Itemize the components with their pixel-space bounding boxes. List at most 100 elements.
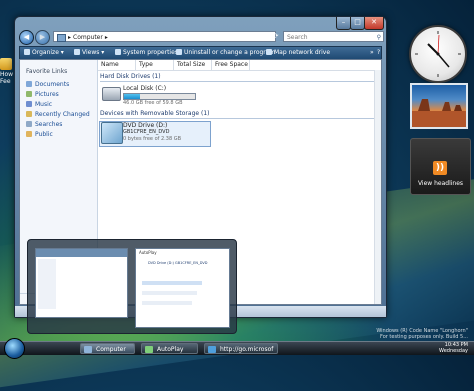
maximize-button[interactable]: □ <box>350 17 365 30</box>
search-icon[interactable]: ⚲ <box>377 32 381 43</box>
clock-face-icon <box>415 31 461 77</box>
minimize-button[interactable]: – <box>336 17 351 30</box>
taskbar-button-computer[interactable]: Computer <box>80 343 135 354</box>
nav-link-label: Music <box>35 101 53 108</box>
tray-day: Wednesday <box>439 348 468 354</box>
nav-link-pictures[interactable]: Pictures <box>26 91 59 98</box>
system-properties-label: System properties <box>123 49 178 56</box>
taskbar-button-autoplay[interactable]: AutoPlay <box>141 343 198 354</box>
organize-button[interactable]: Organize ▾ <box>24 47 64 59</box>
thumbnail-option <box>142 281 202 285</box>
watermark-line-2: For testing purposes only. Build 5... <box>380 334 468 340</box>
recently-changed-icon <box>26 111 32 117</box>
pictures-icon <box>26 91 32 97</box>
address-row: ◀ ▶ ▸ Computer ▸ ⟳ Search ⚲ <box>19 30 384 45</box>
search-placeholder: Search <box>287 34 308 41</box>
thumbnail-dvd-line: DVD Drive (D:) GB1CFRE_EN_DVD <box>148 261 208 265</box>
public-icon <box>26 131 32 137</box>
drive-usage-bar <box>123 93 196 100</box>
computer-icon <box>57 34 66 42</box>
group-hard-disk-drives[interactable]: Hard Disk Drives (1) <box>100 73 161 80</box>
vertical-scrollbar[interactable] <box>374 70 381 304</box>
column-name[interactable]: Name <box>98 60 136 70</box>
nav-link-searches[interactable]: Searches <box>26 121 62 128</box>
rss-feed-icon: )) <box>433 161 447 175</box>
start-button[interactable] <box>4 338 25 359</box>
drive-dvd-d[interactable]: DVD Drive (D:) GB1CFRE_EN_DVD 0 bytes fr… <box>99 121 211 147</box>
address-chevron-icon: ▸ <box>68 34 72 41</box>
group-divider <box>100 81 375 82</box>
thumbnail-nav-pane <box>38 259 56 309</box>
uninstall-icon <box>176 49 182 55</box>
search-input[interactable]: Search ⚲ <box>283 31 384 42</box>
drive-name: Local Disk (C:) <box>123 85 167 92</box>
nav-link-label: Documents <box>35 81 70 88</box>
title-bar[interactable]: – □ ✕ <box>15 17 386 31</box>
taskbar-button-label: http://go.microsof <box>220 346 274 353</box>
thumbnail-computer-window[interactable] <box>35 248 128 318</box>
system-tray[interactable]: 10:43 PM Wednesday <box>418 342 474 355</box>
taskbar-button-label: AutoPlay <box>157 346 184 353</box>
taskbar-button-browser[interactable]: http://go.microsof <box>204 343 278 354</box>
command-bar: Organize ▾ Views ▾ System properties Uni… <box>19 46 382 60</box>
address-chevron-icon: ▸ <box>104 34 108 41</box>
group-removable-storage[interactable]: Devices with Removable Storage (1) <box>100 110 209 117</box>
organize-label: Organize <box>32 49 59 56</box>
clock-gadget[interactable] <box>409 25 467 83</box>
views-icon <box>74 49 80 55</box>
views-button[interactable]: Views ▾ <box>74 47 104 59</box>
address-bar[interactable]: ▸ Computer ▸ <box>53 31 276 42</box>
views-label: Views <box>82 49 100 56</box>
drive-free-space: 46.0 GB free of 59.8 GB <box>123 100 183 106</box>
column-type[interactable]: Type <box>136 60 174 70</box>
taskbar-button-label: Computer <box>96 346 126 353</box>
back-button[interactable]: ◀ <box>19 30 34 45</box>
nav-link-public[interactable]: Public <box>26 131 53 138</box>
address-text: Computer <box>73 34 103 41</box>
help-icon[interactable]: ? <box>377 47 380 59</box>
nav-link-music[interactable]: Music <box>26 101 52 108</box>
nav-link-label: Pictures <box>35 91 59 98</box>
monument-valley-photo <box>412 99 466 127</box>
uninstall-program-button[interactable]: Uninstall or change a program <box>176 47 275 59</box>
drive-free-space: 0 bytes free of 2.38 GB <box>123 136 182 142</box>
group-divider <box>100 118 375 119</box>
nav-link-recently-changed[interactable]: Recently Changed <box>26 111 90 118</box>
forward-button[interactable]: ▶ <box>35 30 50 45</box>
map-network-drive-button[interactable]: Map network drive <box>266 47 330 59</box>
view-headlines-link[interactable]: View headlines <box>411 180 470 187</box>
address-go-button[interactable]: ⟳ <box>270 31 281 42</box>
system-properties-button[interactable]: System properties <box>115 47 178 59</box>
thumbnail-option <box>142 291 197 295</box>
hard-disk-icon <box>102 87 121 101</box>
map-drive-label: Map network drive <box>274 49 331 56</box>
feed-headlines-gadget[interactable]: )) View headlines <box>410 138 471 195</box>
taskbar-thumbnail-preview: AutoPlay DVD Drive (D:) GB1CFRE_EN_DVD <box>27 239 237 334</box>
column-total-size[interactable]: Total Size <box>174 60 212 70</box>
nav-link-label: Public <box>35 131 53 138</box>
desktop-icon-how-fee[interactable]: How Fee <box>0 58 14 85</box>
documents-icon <box>26 81 32 87</box>
system-properties-icon <box>115 49 121 55</box>
close-button[interactable]: ✕ <box>364 17 384 30</box>
overflow-chevron-icon[interactable]: » <box>370 47 374 59</box>
column-free-space[interactable]: Free Space <box>212 60 250 70</box>
nav-link-label: Searches <box>35 121 63 128</box>
thumbnail-option <box>142 301 192 305</box>
autoplay-icon <box>145 346 153 353</box>
taskbar: Computer AutoPlay http://go.microsof 10:… <box>0 338 474 359</box>
nav-link-label: Recently Changed <box>35 111 90 118</box>
column-header: Name Type Total Size Free Space <box>98 60 381 71</box>
uninstall-label: Uninstall or change a program <box>184 49 276 56</box>
drive-volume-label: GB1CFRE_EN_DVD <box>123 129 170 135</box>
internet-explorer-icon <box>208 346 216 353</box>
drive-local-disk-c[interactable]: Local Disk (C:) 46.0 GB free of 59.8 GB <box>100 85 210 107</box>
dvd-drive-icon <box>101 122 123 144</box>
map-drive-icon <box>266 49 272 55</box>
slideshow-gadget[interactable] <box>410 83 468 129</box>
thumbnail-autoplay-title: AutoPlay <box>139 250 157 255</box>
thumbnail-autoplay-window[interactable]: AutoPlay DVD Drive (D:) GB1CFRE_EN_DVD <box>135 248 230 328</box>
nav-link-documents[interactable]: Documents <box>26 81 69 88</box>
favorite-links-title: Favorite Links <box>26 68 68 75</box>
music-icon <box>26 101 32 107</box>
